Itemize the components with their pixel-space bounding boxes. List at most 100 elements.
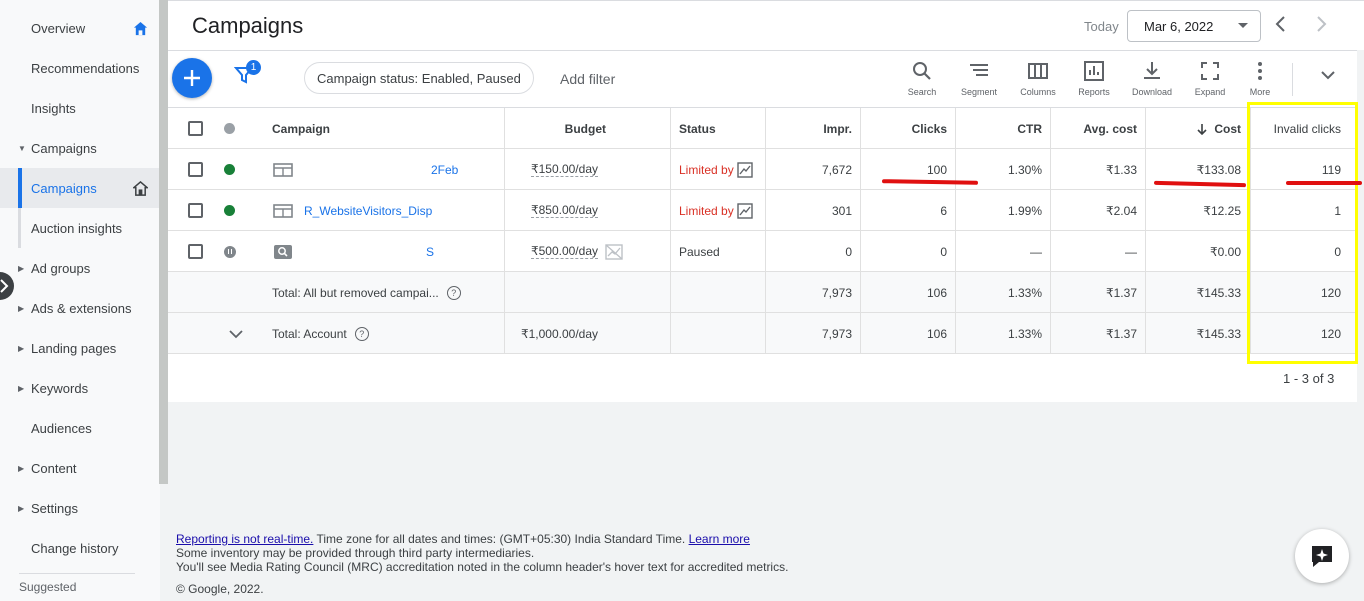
tool-label: Expand	[1194, 87, 1226, 97]
enabled-status-dot[interactable]	[224, 190, 235, 231]
sidebar-group-campaigns[interactable]: ▼ Campaigns	[0, 128, 159, 168]
campaign-name-link[interactable]: R_WebsiteVisitors_Disp	[304, 190, 432, 231]
enabled-status-dot[interactable]	[224, 149, 235, 190]
paused-status-dot[interactable]	[224, 231, 236, 272]
timezone-text: Time zone for all dates and times: (GMT+…	[313, 532, 689, 546]
help-icon[interactable]: ?	[446, 285, 461, 300]
expand-tool-button[interactable]: Expand	[1185, 60, 1235, 97]
campaign-name-link[interactable]: 2Feb	[431, 149, 458, 190]
chevron-down-icon[interactable]	[1320, 69, 1336, 81]
column-header-cost[interactable]: Cost	[1146, 108, 1241, 149]
budget-value[interactable]: ₹500.00/day	[530, 244, 598, 259]
column-header-avg-cost[interactable]: Avg. cost	[1051, 108, 1137, 149]
sidebar-item-label: Change history	[31, 540, 119, 556]
chevron-right-icon[interactable]	[1314, 15, 1328, 33]
caret-right-icon: ▶	[18, 263, 25, 273]
search-tool-button[interactable]: Search	[897, 60, 947, 97]
avg-cost-value: ₹1.37	[1106, 285, 1137, 300]
column-header-status[interactable]: Status	[679, 108, 716, 149]
sidebar-item-label: Ad groups	[31, 260, 91, 276]
page-title: Campaigns	[192, 13, 304, 38]
chevron-left-icon[interactable]	[1274, 15, 1288, 33]
reports-tool-button[interactable]: Reports	[1069, 60, 1119, 97]
home-outline-icon	[133, 181, 148, 196]
sidebar-scrollbar[interactable]	[159, 0, 168, 484]
campaign-name-link[interactable]: S	[426, 231, 434, 272]
row-checkbox[interactable]	[188, 190, 203, 231]
column-header-impr[interactable]: Impr.	[766, 108, 852, 149]
campaigns-table: Campaign Budget Status Impr. Clicks CTR …	[168, 107, 1357, 402]
table-row[interactable]: R_WebsiteVisitors_Disp ₹850.00/day Limit…	[168, 190, 1357, 231]
google-ads-page: Overview Recommendations Insights ▼ Camp…	[0, 0, 1364, 601]
select-all-checkbox[interactable]	[188, 108, 203, 149]
caret-right-icon: ▶	[18, 463, 25, 473]
sidebar-item-recommendations[interactable]: Recommendations	[0, 48, 159, 88]
footer-line-2: Some inventory may be provided through t…	[176, 546, 535, 560]
assistant-button[interactable]	[1295, 529, 1349, 583]
today-label: Today	[1084, 19, 1119, 34]
sidebar-item-keywords[interactable]: ▶ Keywords	[0, 368, 159, 408]
chevron-down-icon	[229, 329, 243, 338]
reporting-link[interactable]: Reporting is not real-time.	[176, 532, 313, 546]
sidebar-item-insights[interactable]: Insights	[0, 88, 159, 128]
cost-value: ₹0.00	[1210, 244, 1241, 259]
display-campaign-icon	[273, 190, 293, 231]
column-header-clicks[interactable]: Clicks	[861, 108, 947, 149]
help-icon[interactable]: ?	[354, 326, 369, 341]
date-range-picker[interactable]: Mar 6, 2022	[1127, 10, 1261, 42]
columns-icon	[1028, 63, 1048, 79]
sidebar-item-label: Keywords	[31, 380, 89, 396]
budget-value[interactable]: ₹850.00/day	[530, 203, 598, 218]
sidebar-item-overview[interactable]: Overview	[0, 8, 159, 48]
status-cell[interactable]: Limited by	[679, 190, 753, 231]
tool-label: Reports	[1078, 87, 1110, 97]
sidebar-item-label: Recommendations	[31, 60, 140, 76]
budget-value[interactable]: ₹150.00/day	[530, 162, 598, 177]
impr-value: 7,973	[821, 285, 852, 300]
cost-value: ₹145.33	[1196, 285, 1241, 300]
add-filter-button[interactable]: Add filter	[560, 71, 615, 87]
segment-icon	[970, 64, 988, 76]
download-icon	[1144, 62, 1160, 79]
highlight-box	[1247, 102, 1358, 364]
download-tool-button[interactable]: Download	[1127, 60, 1177, 97]
sidebar-item-campaigns[interactable]: Campaigns	[0, 168, 159, 208]
filter-chip[interactable]: Campaign status: Enabled, Paused	[304, 62, 534, 94]
status-cell[interactable]: Limited by	[679, 149, 753, 190]
column-header-ctr[interactable]: CTR	[956, 108, 1042, 149]
impr-value: 7,973	[821, 326, 852, 341]
sidebar-item-landing-pages[interactable]: ▶ Landing pages	[0, 328, 159, 368]
impr-value: 0	[845, 244, 852, 259]
table-row[interactable]: S ₹500.00/day Paused 0 0 — — ₹0.00 0	[168, 231, 1357, 272]
sidebar-item-auction-insights[interactable]: Auction insights	[0, 208, 159, 248]
column-header-budget[interactable]: Budget	[505, 108, 606, 149]
sidebar-item-change-history[interactable]: Change history	[0, 528, 159, 568]
suggested-label: Suggested	[19, 580, 77, 594]
sparkle-chat-icon	[1312, 546, 1332, 567]
date-value: Mar 6, 2022	[1144, 18, 1214, 34]
columns-tool-button[interactable]: Columns	[1013, 60, 1063, 97]
sidebar-item-ads-extensions[interactable]: ▶ Ads & extensions	[0, 288, 159, 328]
row-checkbox[interactable]	[188, 149, 203, 190]
impr-value: 7,672	[821, 162, 852, 177]
column-header-campaign[interactable]: Campaign	[272, 108, 330, 149]
expand-totals-chevron[interactable]	[228, 313, 244, 354]
total-row: Total: All but removed campai... ? 7,973…	[168, 272, 1357, 313]
sidebar-item-ad-groups[interactable]: ▶ Ad groups	[0, 248, 159, 288]
reports-icon	[1084, 61, 1104, 81]
learn-more-link[interactable]: Learn more	[689, 532, 750, 546]
header: Campaigns Today Mar 6, 2022	[168, 0, 1364, 50]
trend-chart-icon	[737, 161, 753, 178]
more-tool-button[interactable]: More	[1235, 60, 1285, 97]
copyright: © Google, 2022.	[176, 582, 264, 596]
sidebar-item-settings[interactable]: ▶ Settings	[0, 488, 159, 528]
create-button[interactable]	[172, 58, 212, 98]
segment-tool-button[interactable]: Segment	[954, 60, 1004, 97]
ctr-value: —	[1030, 244, 1042, 259]
sidebar: Overview Recommendations Insights ▼ Camp…	[0, 0, 160, 601]
sidebar-item-audiences[interactable]: Audiences	[0, 408, 159, 448]
ctr-value: 1.33%	[1007, 285, 1042, 300]
row-checkbox[interactable]	[188, 231, 203, 272]
ctr-value: 1.99%	[1007, 203, 1042, 218]
sidebar-item-content[interactable]: ▶ Content	[0, 448, 159, 488]
